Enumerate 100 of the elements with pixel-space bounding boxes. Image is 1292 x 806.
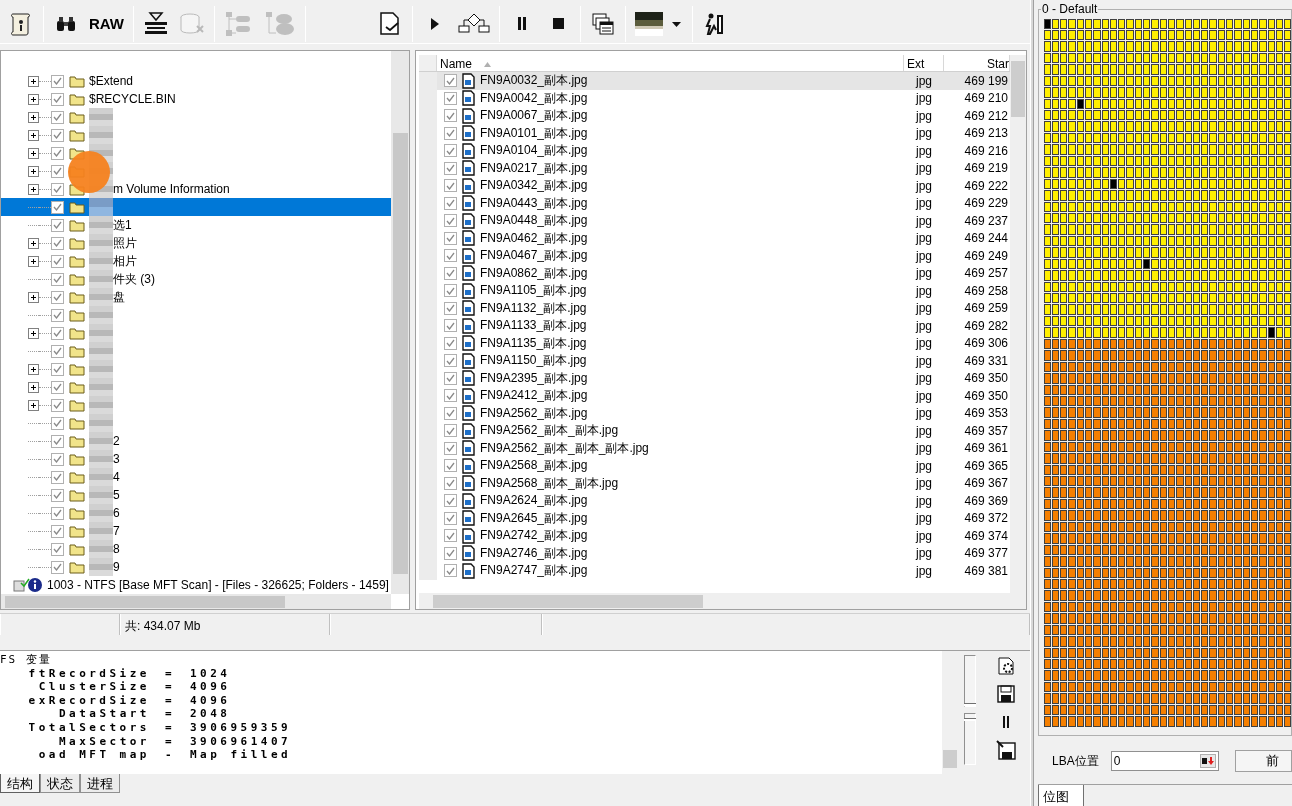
table-cell-text: 469 372 <box>963 511 1009 526</box>
tree-item[interactable]: 相片 <box>1 252 391 270</box>
file-row[interactable]: FN9A2412_副本.jpg jpg 469 350 <box>419 387 1010 405</box>
file-name: FN9A2562_副本_副本_副本.jpg <box>480 439 649 457</box>
table-cell-text: jpg <box>914 126 933 141</box>
table-cell-text: 469 357 <box>963 423 1009 438</box>
file-name: FN9A2562_副本.jpg <box>480 404 588 422</box>
file-row[interactable]: FN9A0448_副本.jpg jpg 469 237 <box>419 212 1010 230</box>
previous-button[interactable]: 前 <box>1235 750 1292 772</box>
file-row[interactable]: FN9A0862_副本.jpg jpg 469 257 <box>419 264 1010 282</box>
field-value: 0 <box>1113 754 1121 768</box>
table-cell-text: jpg <box>914 91 933 106</box>
file-row[interactable]: FN9A0467_副本.jpg jpg 469 249 <box>419 247 1010 265</box>
file-row[interactable]: FN9A2742_副本.jpg jpg 469 374 <box>419 527 1010 545</box>
tree-item[interactable]: 件夹 (3) <box>1 270 391 288</box>
tree-item[interactable]: 5 <box>1 486 391 504</box>
table-cell-text: 469 381 <box>963 563 1009 578</box>
file-row[interactable]: FN9A0032_副本.jpg jpg 469 199 <box>419 72 1010 90</box>
table-cell-text: 469 216 <box>963 143 1009 158</box>
file-row[interactable]: FN9A1132_副本.jpg jpg 469 259 <box>419 299 1010 317</box>
file-row[interactable]: FN9A1135_副本.jpg jpg 469 306 <box>419 334 1010 352</box>
tree-item[interactable]: 6 <box>1 504 391 522</box>
item-label: 1003 - NTFS [Base MFT Scan] - [Files - 326625; Folders - 1459] <box>47 578 389 592</box>
table-cell-text: 469 210 <box>963 91 1009 106</box>
file-row[interactable]: FN9A0443_副本.jpg jpg 469 229 <box>419 194 1010 212</box>
file-row[interactable]: FN9A2747_副本.jpg jpg 469 381 <box>419 562 1010 580</box>
table-cell-text: jpg <box>914 248 933 263</box>
file-row[interactable]: FN9A1150_副本.jpg jpg 469 331 <box>419 352 1010 370</box>
table-cell-text: 469 306 <box>963 336 1009 351</box>
file-row[interactable]: FN9A2568_副本_副本.jpg jpg 469 367 <box>419 474 1010 492</box>
file-row[interactable]: FN9A2624_副本.jpg jpg 469 369 <box>419 492 1010 510</box>
log-separator: = <box>163 720 177 735</box>
file-row[interactable]: FN9A2562_副本_副本_副本.jpg jpg 469 361 <box>419 439 1010 457</box>
log-separator: = <box>163 680 177 694</box>
tree-item[interactable]: 2 <box>1 432 391 450</box>
table-cell-text: jpg <box>914 528 933 543</box>
file-row[interactable]: FN9A0342_副本.jpg jpg 469 222 <box>419 177 1010 195</box>
tree-item[interactable]: 7 <box>1 522 391 540</box>
file-row[interactable]: FN9A2568_副本.jpg jpg 469 365 <box>419 457 1010 475</box>
log-key: MaxSector <box>0 734 150 749</box>
file-row[interactable]: FN9A0042_副本.jpg jpg 469 210 <box>419 89 1010 107</box>
file-name: FN9A0067_副本.jpg <box>480 107 588 125</box>
file-row[interactable]: FN9A0067_副本.jpg jpg 469 212 <box>419 107 1010 125</box>
table-cell-text: jpg <box>914 546 933 561</box>
file-row[interactable]: FN9A2562_副本_副本.jpg jpg 469 357 <box>419 422 1010 440</box>
log-key: oad MFT map <box>0 748 150 762</box>
table-cell-text: jpg <box>914 178 933 193</box>
column-header[interactable]: Ext <box>904 55 944 71</box>
file-row[interactable]: FN9A0217_副本.jpg jpg 469 219 <box>419 159 1010 177</box>
table-cell-text: 469 229 <box>963 196 1009 211</box>
file-name: FN9A0101_副本.jpg <box>480 124 588 142</box>
table-cell-text: jpg <box>914 266 933 281</box>
tree-item[interactable]: 8 <box>1 540 391 558</box>
file-row[interactable]: FN9A0462_副本.jpg jpg 469 244 <box>419 229 1010 247</box>
file-row[interactable]: FN9A1133_副本.jpg jpg 469 282 <box>419 317 1010 335</box>
file-row[interactable]: FN9A0101_副本.jpg jpg 469 213 <box>419 124 1010 142</box>
tree-item[interactable]: 3 <box>1 450 391 468</box>
table-cell-text: jpg <box>914 476 933 491</box>
file-row[interactable]: FN9A2395_副本.jpg jpg 469 350 <box>419 369 1010 387</box>
tree-item[interactable]: 9 <box>1 558 391 576</box>
table-cell-text: 469 365 <box>963 458 1009 473</box>
tree-item[interactable]: $Extend <box>1 72 391 90</box>
file-name: FN9A0862_副本.jpg <box>480 264 588 282</box>
log-key: TotalSectors <box>0 720 150 735</box>
table-cell-text: 469 213 <box>963 126 1009 141</box>
table-cell-text: jpg <box>914 493 933 508</box>
file-name: FN9A0104_副本.jpg <box>480 142 588 160</box>
file-row[interactable]: FN9A2645_副本.jpg jpg 469 372 <box>419 509 1010 527</box>
table-cell-text: 469 237 <box>963 213 1009 228</box>
log-value: 1024 <box>190 666 231 681</box>
table-cell-text: jpg <box>914 108 933 123</box>
file-row[interactable]: FN9A0104_副本.jpg jpg 469 216 <box>419 142 1010 160</box>
column-header[interactable]: Name <box>437 55 904 71</box>
tab[interactable]: 结构 <box>0 774 40 793</box>
table-cell-text: 469 249 <box>963 248 1009 263</box>
tree-item[interactable]: 1003 - NTFS [Base MFT Scan] - [Files - 326625; Folders - 1459] <box>1 576 391 594</box>
tab[interactable]: 位图 <box>1038 785 1084 806</box>
raw-button[interactable]: RAW <box>85 5 128 42</box>
tab[interactable]: 状态 <box>40 774 80 793</box>
table-cell-text: jpg <box>914 231 933 246</box>
file-name: FN9A2562_副本_副本.jpg <box>480 422 619 440</box>
tree-item[interactable]: 选1 <box>1 216 391 234</box>
log-key: ftRecordSize <box>0 666 150 681</box>
table-cell-text: 469 259 <box>963 301 1009 316</box>
lba-field[interactable]: 0 <box>1110 751 1220 771</box>
item-label: 3 <box>113 452 120 466</box>
file-row[interactable]: FN9A2746_副本.jpg jpg 469 377 <box>419 544 1010 562</box>
table-cell-text: 469 369 <box>963 493 1009 508</box>
file-name: FN9A1150_副本.jpg <box>480 352 587 370</box>
item-label: 选1 <box>113 216 132 234</box>
file-name: FN9A2742_副本.jpg <box>480 527 588 545</box>
file-row[interactable]: FN9A1105_副本.jpg jpg 469 258 <box>419 282 1010 300</box>
tree-item[interactable]: 4 <box>1 468 391 486</box>
tree-item[interactable]: $RECYCLE.BIN <box>1 90 391 108</box>
tree-item[interactable]: 盘 <box>1 288 391 306</box>
tab[interactable]: 进程 <box>80 774 120 793</box>
file-row[interactable]: FN9A2562_副本.jpg jpg 469 353 <box>419 404 1010 422</box>
item-label: 4 <box>113 470 120 484</box>
table-cell-text: 469 353 <box>963 406 1009 421</box>
tree-item[interactable]: 照片 <box>1 234 391 252</box>
